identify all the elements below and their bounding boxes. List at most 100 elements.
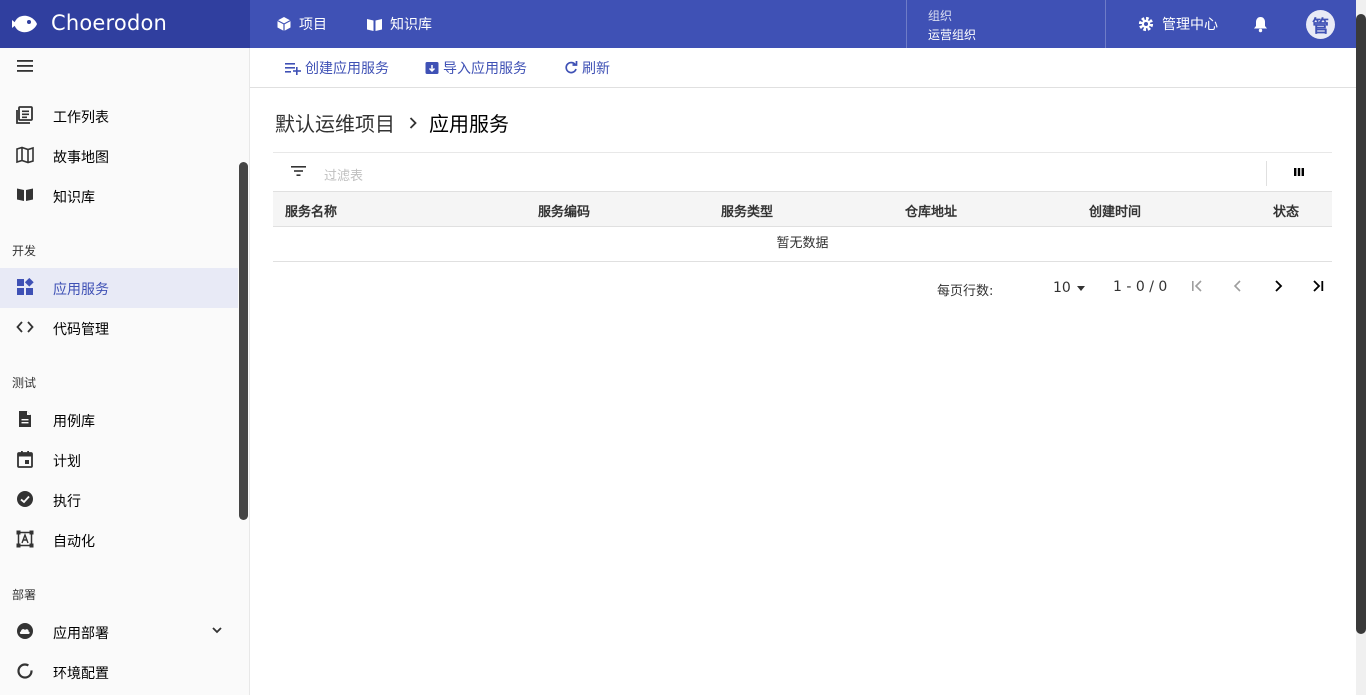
breadcrumb: 默认运维项目 应用服务 — [275, 108, 509, 137]
last-page-icon[interactable] — [1311, 279, 1325, 293]
sidebar-item-label: 应用服务 — [53, 282, 109, 298]
org-label: 组织 — [928, 9, 953, 23]
map-icon — [16, 146, 34, 164]
org-value: 运营组织 — [928, 28, 977, 42]
page-scrollbar[interactable] — [1356, 0, 1366, 695]
sidebar-group-deploy: 部署 — [12, 588, 37, 602]
filter-input[interactable]: 过滤表 — [324, 165, 363, 184]
sidebar-item-plan[interactable]: 计划 — [0, 440, 238, 480]
code-icon — [16, 318, 34, 336]
bell-icon — [1253, 16, 1275, 33]
sidebar-item-label: 计划 — [53, 454, 81, 470]
sidebar-group-dev: 开发 — [12, 244, 37, 258]
topnav-project[interactable]: 项目 — [276, 0, 327, 48]
sidebar-item-label: 知识库 — [53, 190, 95, 206]
admin-center-label: 管理中心 — [1162, 17, 1218, 33]
column-header[interactable]: 创建时间 — [1089, 201, 1141, 220]
cloud-icon — [16, 622, 34, 640]
list-icon — [16, 106, 34, 124]
document-icon — [16, 410, 34, 428]
import-service-button[interactable]: 导入应用服务 — [425, 48, 527, 88]
refresh-button[interactable]: 刷新 — [564, 48, 610, 88]
choerodon-logo-icon — [12, 13, 38, 35]
top-header: Choerodon 项目 知识库 组织 运营组织 管理中心 管 — [0, 0, 1366, 48]
rows-per-page-label: 每页行数: — [937, 284, 994, 299]
action-toolbar: 创建应用服务 导入应用服务 刷新 — [250, 48, 1356, 88]
column-header[interactable]: 服务编码 — [538, 201, 590, 220]
service-table: 过滤表 服务名称 服务编码 服务类型 仓库地址 创建时间 状态 暂无数据 — [273, 152, 1332, 262]
import-service-label: 导入应用服务 — [443, 61, 527, 77]
gear-icon — [1137, 15, 1162, 33]
book-open-icon — [366, 17, 390, 32]
sidebar-item-automation[interactable]: 自动化 — [0, 520, 238, 560]
sidebar-item-story-map[interactable]: 故事地图 — [0, 136, 238, 176]
chevron-down-icon[interactable] — [212, 627, 222, 634]
brand-name: Choerodon — [51, 11, 168, 35]
page-title: 应用服务 — [429, 112, 509, 136]
org-switcher[interactable]: 组织 运营组织 — [906, 0, 1106, 48]
brand[interactable]: Choerodon — [0, 0, 250, 48]
breadcrumb-parent[interactable]: 默认运维项目 — [275, 108, 395, 137]
pagination: 每页行数: 10 1 - 0 / 0 — [273, 273, 1332, 303]
filter-icon[interactable] — [291, 165, 306, 177]
notification-button[interactable] — [1253, 0, 1275, 48]
prev-page-icon[interactable] — [1231, 279, 1245, 293]
create-service-button[interactable]: 创建应用服务 — [285, 48, 389, 88]
sidebar-item-label: 故事地图 — [53, 150, 109, 166]
page-range: 1 - 0 / 0 — [1113, 279, 1168, 295]
sidebar-top — [0, 48, 249, 88]
sidebar-scrollbar[interactable] — [239, 162, 248, 520]
empty-state: 暂无数据 — [273, 227, 1332, 262]
sidebar-item-app-service[interactable]: 应用服务 — [0, 268, 238, 308]
topnav-knowledge[interactable]: 知识库 — [366, 0, 432, 48]
sidebar-group-test: 测试 — [12, 376, 37, 390]
page-scrollbar-thumb[interactable] — [1356, 14, 1366, 634]
sidebar-item-label: 环境配置 — [53, 666, 109, 682]
sidebar-item-code[interactable]: 代码管理 — [0, 308, 238, 348]
sidebar-item-worklist[interactable]: 工作列表 — [0, 96, 238, 136]
page-size-value: 10 — [1053, 280, 1071, 296]
column-header[interactable]: 仓库地址 — [905, 201, 957, 220]
sidebar-item-case-library[interactable]: 用例库 — [0, 400, 238, 440]
refresh-label: 刷新 — [582, 61, 610, 77]
automation-icon — [16, 530, 34, 548]
admin-center-button[interactable]: 管理中心 — [1137, 0, 1218, 48]
sidebar-item-execute[interactable]: 执行 — [0, 480, 238, 520]
widgets-icon — [16, 278, 34, 296]
playlist-add-icon — [285, 61, 305, 75]
sidebar-item-env-config[interactable]: 环境配置 — [0, 652, 238, 692]
sidebar-item-label: 工作列表 — [53, 110, 109, 126]
refresh-icon — [564, 61, 582, 75]
topnav-project-label: 项目 — [299, 17, 327, 33]
archive-icon — [425, 61, 443, 75]
filter-divider — [1266, 161, 1267, 186]
caret-down-icon — [1076, 285, 1085, 291]
sidebar-item-label: 执行 — [53, 494, 81, 510]
calendar-icon — [16, 450, 34, 468]
column-header[interactable]: 服务名称 — [285, 201, 337, 220]
chevron-right-icon — [409, 116, 417, 129]
ring-icon — [16, 662, 34, 680]
topnav-knowledge-label: 知识库 — [390, 17, 432, 33]
create-service-label: 创建应用服务 — [305, 61, 389, 77]
sidebar-item-label: 代码管理 — [53, 322, 109, 338]
sidebar-item-label: 用例库 — [53, 414, 95, 430]
book-icon — [16, 186, 34, 202]
page-size-select[interactable]: 10 — [1053, 280, 1085, 296]
columns-icon[interactable] — [1294, 168, 1304, 176]
column-header[interactable]: 服务类型 — [721, 201, 773, 220]
sidebar-item-label: 应用部署 — [53, 626, 109, 642]
first-page-icon[interactable] — [1190, 279, 1204, 293]
menu-hamburger-icon[interactable] — [17, 60, 33, 72]
avatar[interactable]: 管 — [1306, 10, 1335, 39]
next-page-icon[interactable] — [1271, 279, 1285, 293]
check-circle-icon — [16, 490, 34, 508]
sidebar-item-label: 自动化 — [53, 534, 95, 550]
sidebar-item-knowledge[interactable]: 知识库 — [0, 176, 238, 216]
sidebar: 工作列表 故事地图 知识库 开发 应用服务 代码管理 测试 用例库 计划 执行 … — [0, 48, 250, 695]
sidebar-item-app-deploy[interactable]: 应用部署 — [0, 612, 238, 652]
cube-icon — [276, 16, 299, 32]
column-header[interactable]: 状态 — [1273, 201, 1299, 220]
table-header-row: 服务名称 服务编码 服务类型 仓库地址 创建时间 状态 — [273, 191, 1332, 227]
table-filter-bar: 过滤表 — [273, 152, 1332, 191]
